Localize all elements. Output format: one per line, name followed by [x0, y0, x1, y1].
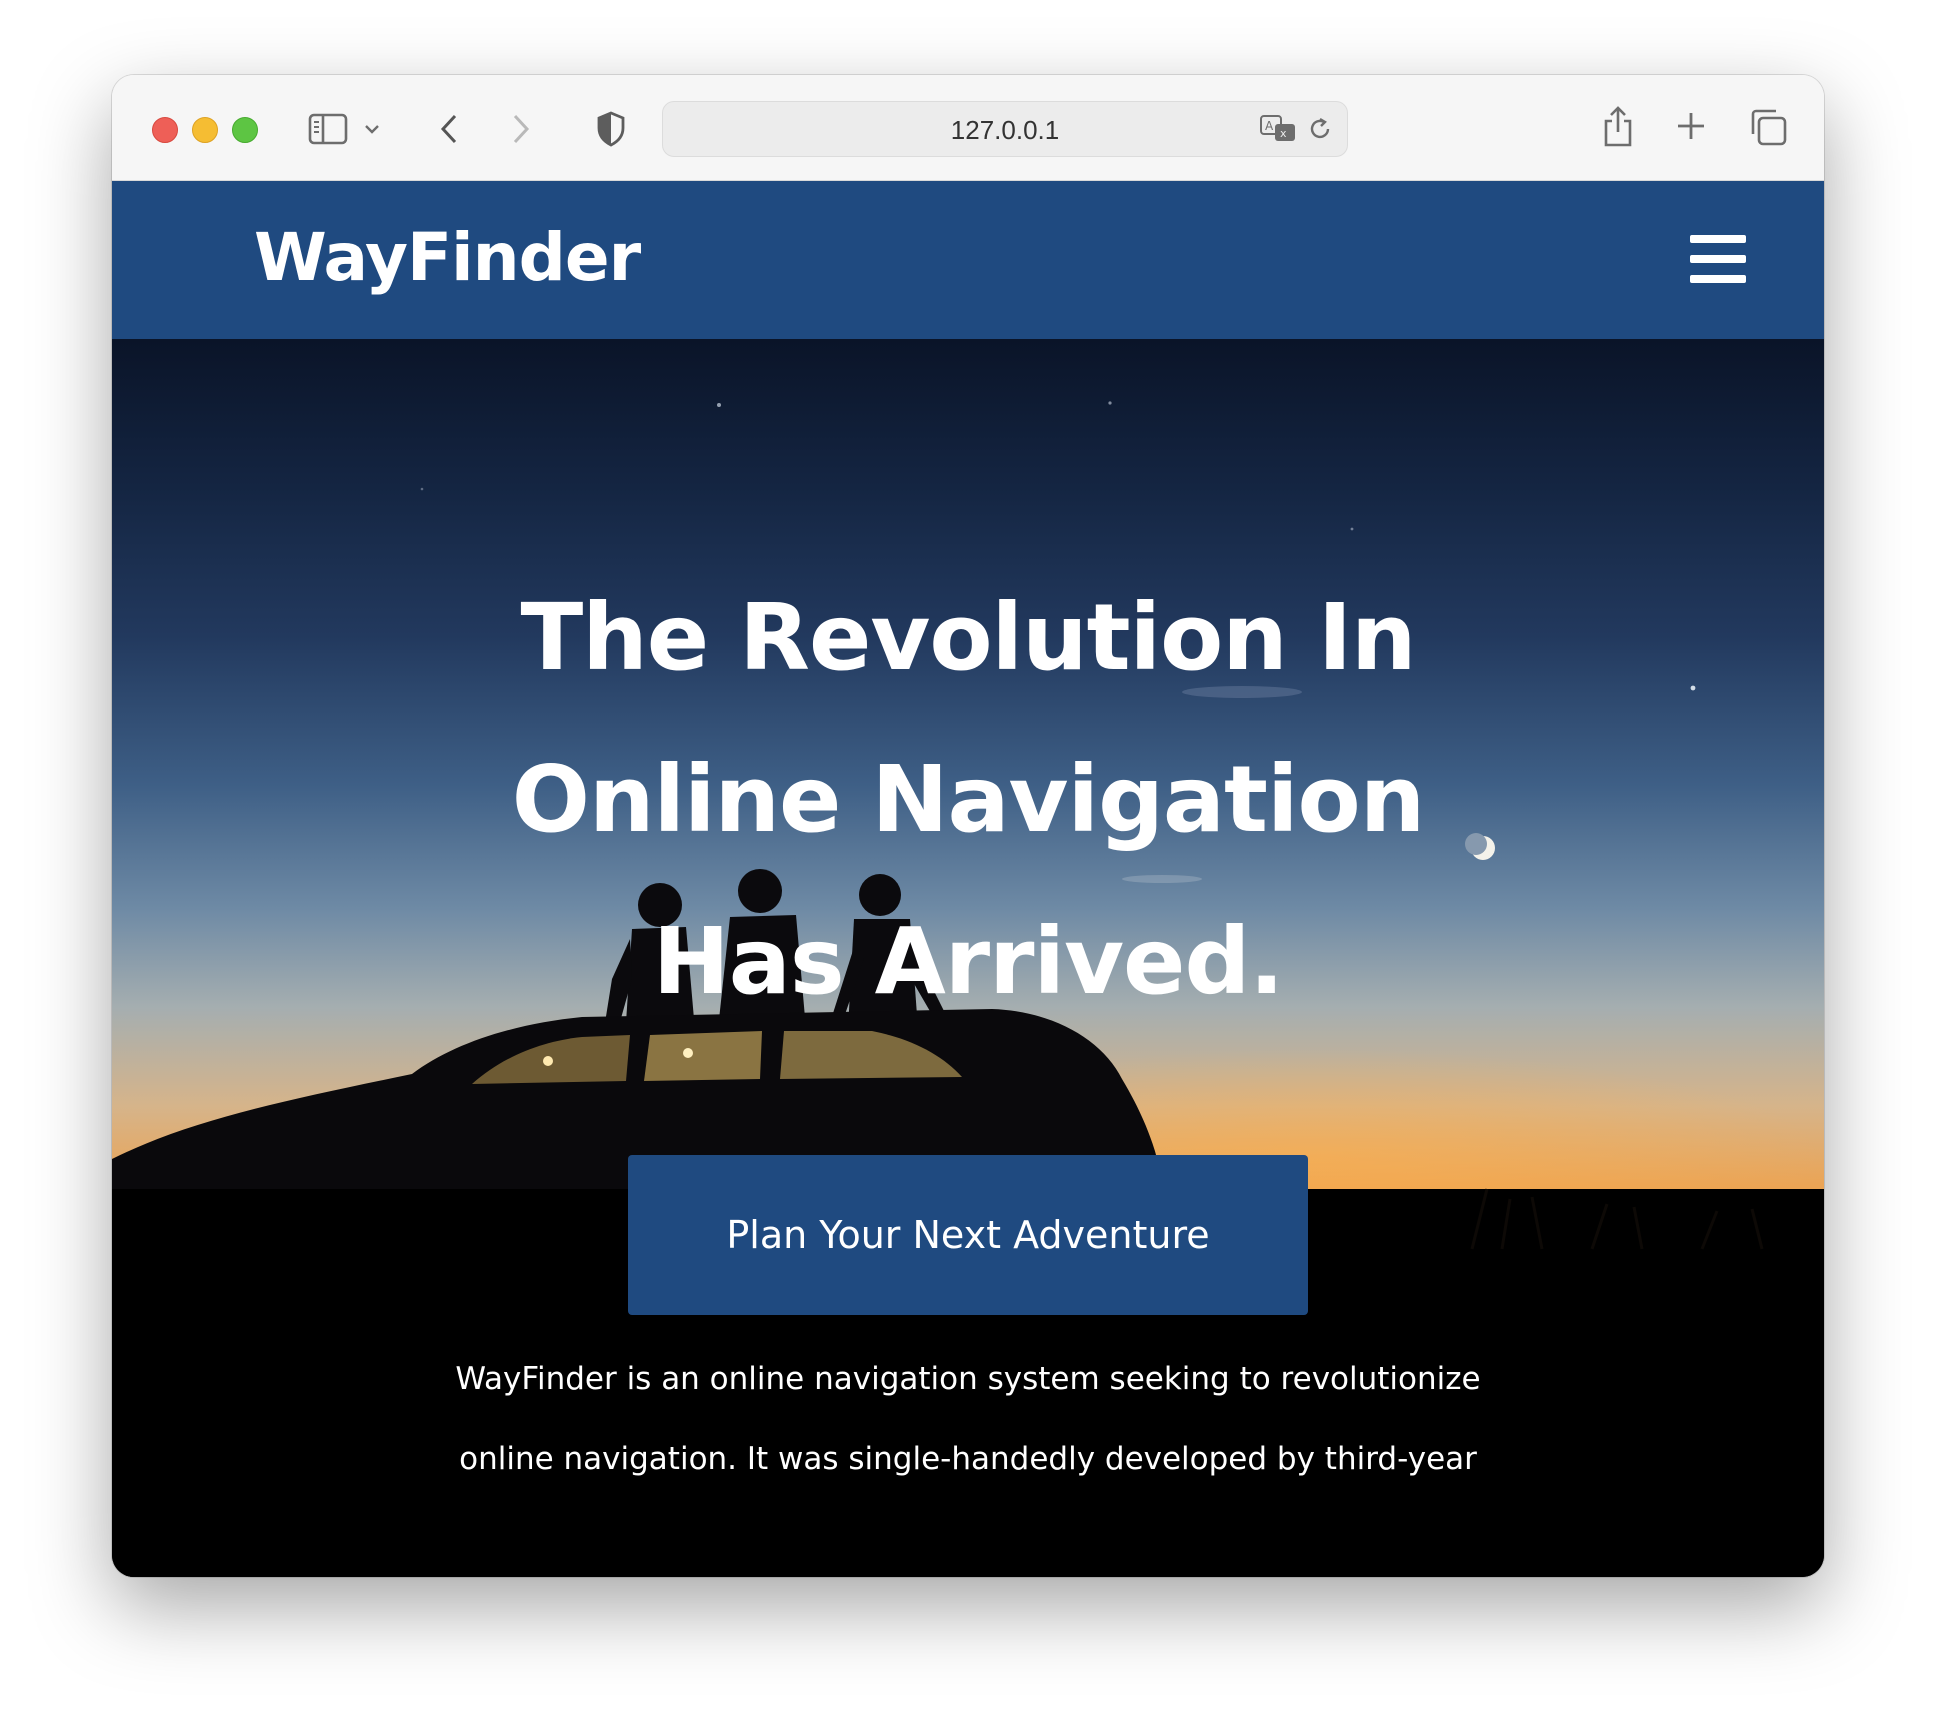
site-logo[interactable]: WayFinder	[254, 219, 641, 296]
sidebar-icon[interactable]	[308, 109, 348, 149]
chevron-right-icon[interactable]	[506, 109, 536, 149]
browser-window: 127.0.0.1 A x WayFinder The Revolution I…	[112, 75, 1824, 1577]
zoom-window-button[interactable]	[232, 117, 258, 143]
reload-icon[interactable]	[1305, 114, 1335, 144]
chevron-left-icon[interactable]	[434, 109, 464, 149]
site-navbar: WayFinder	[112, 181, 1824, 339]
shield-icon[interactable]	[594, 109, 628, 149]
svg-text:x: x	[1280, 127, 1287, 140]
tabs-overview-icon[interactable]	[1748, 107, 1788, 147]
close-window-button[interactable]	[152, 117, 178, 143]
webpage: WayFinder The Revolution In Online Navig…	[112, 181, 1824, 1577]
browser-toolbar: 127.0.0.1 A x	[112, 75, 1824, 181]
chevron-down-icon[interactable]	[362, 115, 382, 143]
share-icon[interactable]	[1600, 103, 1636, 149]
address-bar-url: 127.0.0.1	[950, 115, 1060, 145]
translate-icon[interactable]: A x	[1259, 112, 1299, 146]
plus-icon[interactable]	[1674, 109, 1708, 143]
svg-text:A: A	[1265, 119, 1274, 133]
address-bar[interactable]: 127.0.0.1 A x	[662, 101, 1348, 157]
minimize-window-button[interactable]	[192, 117, 218, 143]
hero-headline: The Revolution In Online Navigation Has …	[511, 584, 1425, 1015]
hamburger-menu-icon[interactable]	[1690, 235, 1746, 283]
plan-adventure-button[interactable]: Plan Your Next Adventure	[628, 1155, 1308, 1315]
hero-intro-text: WayFinder is an online navigation system…	[455, 1361, 1481, 1477]
hero-section: The Revolution In Online Navigation Has …	[112, 339, 1824, 1577]
